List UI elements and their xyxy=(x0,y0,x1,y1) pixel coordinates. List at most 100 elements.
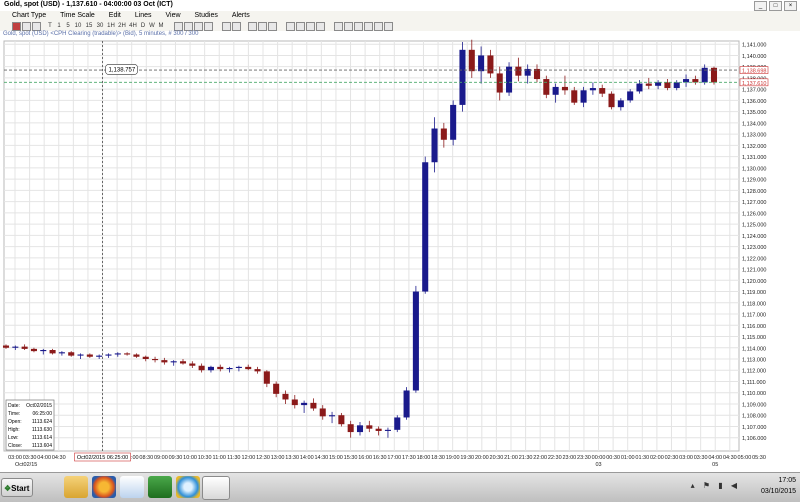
price-chart[interactable]: 1,141.0001,140.0001,139.0001,138.0001,13… xyxy=(0,31,800,472)
menu-chart-type[interactable]: Chart Type xyxy=(12,12,46,19)
x-tick-label: 21:30 xyxy=(519,455,533,461)
clock-date: 03/10/2015 xyxy=(760,488,796,495)
candle-body xyxy=(459,49,466,105)
candle-body xyxy=(96,355,103,357)
candle-chart-icon[interactable] xyxy=(12,22,21,31)
arrow-tool-icon[interactable] xyxy=(306,22,315,31)
menu-studies[interactable]: Studies xyxy=(195,12,218,19)
candle-body xyxy=(617,100,624,108)
pointer-icon[interactable] xyxy=(222,22,231,31)
system-tray-icons[interactable]: ▴ ⚑ ▮ ◀ xyxy=(691,481,740,490)
scale-5m-button[interactable]: 5 xyxy=(64,22,72,30)
save-icon[interactable] xyxy=(354,22,363,31)
x-tick-label: 08:30 xyxy=(139,455,153,461)
scale-15m-button[interactable]: 15 xyxy=(84,22,94,30)
menu-alerts[interactable]: Alerts xyxy=(232,12,250,19)
scale-month-button[interactable]: M xyxy=(157,22,165,30)
candle-body xyxy=(394,417,401,430)
print-icon[interactable] xyxy=(334,22,343,31)
line-chart-icon[interactable] xyxy=(32,22,41,31)
candle-body xyxy=(310,402,317,409)
menu-time-scale[interactable]: Time Scale xyxy=(60,12,95,19)
y-tick-label: 1,141.000 xyxy=(742,43,766,49)
scale-4h-button[interactable]: 4H xyxy=(128,22,138,30)
minimize-button[interactable]: _ xyxy=(754,1,767,11)
candle-body xyxy=(608,93,615,108)
candle-body xyxy=(431,128,438,163)
y-tick-label: 1,115.000 xyxy=(742,335,766,341)
scale-day-button[interactable]: D xyxy=(139,22,147,30)
x-tick-label: 12:00 xyxy=(242,455,256,461)
menu-view[interactable]: View xyxy=(166,12,181,19)
scale-tick-button[interactable]: T xyxy=(46,22,54,30)
y-tick-label: 1,133.000 xyxy=(742,133,766,139)
candle-body xyxy=(515,66,522,76)
zoom-in-icon[interactable] xyxy=(194,22,203,31)
start-button[interactable]: ❖Start xyxy=(1,478,33,497)
pan-icon[interactable] xyxy=(232,22,241,31)
crosshair-icon[interactable] xyxy=(184,22,193,31)
info-label: Time: xyxy=(8,411,20,417)
x-tick-label: 17:00 xyxy=(387,455,401,461)
copy-icon[interactable] xyxy=(344,22,353,31)
price-marker-label: 1,138.698 xyxy=(742,69,766,75)
candle-body xyxy=(124,353,131,355)
grid-icon[interactable] xyxy=(174,22,183,31)
excel-icon[interactable] xyxy=(148,476,172,498)
firefox-icon[interactable] xyxy=(92,476,116,498)
x-date-label: 05 xyxy=(712,462,718,468)
close-button[interactable]: × xyxy=(784,1,797,11)
zoom-out-icon[interactable] xyxy=(204,22,213,31)
scale-1h-button[interactable]: 1H xyxy=(106,22,116,30)
y-tick-label: 1,125.000 xyxy=(742,223,766,229)
y-tick-label: 1,119.000 xyxy=(742,290,766,296)
document-icon[interactable] xyxy=(120,476,144,498)
scale-week-button[interactable]: W xyxy=(148,22,156,30)
scale-2h-button[interactable]: 2H xyxy=(117,22,127,30)
hline-icon[interactable] xyxy=(268,22,277,31)
x-tick-label: 10:30 xyxy=(198,455,212,461)
candle-body xyxy=(207,366,214,371)
bar-chart-icon[interactable] xyxy=(22,22,31,31)
ie-icon[interactable] xyxy=(176,476,200,498)
scale-30m-button[interactable]: 30 xyxy=(95,22,105,30)
x-tick-label: 14:00 xyxy=(300,455,314,461)
chart-app-icon[interactable] xyxy=(202,476,230,500)
candle-body xyxy=(468,49,475,72)
refresh-icon[interactable] xyxy=(374,22,383,31)
maximize-button[interactable]: □ xyxy=(769,1,782,11)
channel-icon[interactable] xyxy=(296,22,305,31)
candle-body xyxy=(273,383,280,394)
x-tick-label: 02:00 xyxy=(650,455,664,461)
candle-body xyxy=(478,55,485,72)
fibonacci-icon[interactable] xyxy=(286,22,295,31)
candle-body xyxy=(217,366,224,370)
candle-body xyxy=(133,354,140,357)
candle-body xyxy=(552,86,559,95)
candle-body xyxy=(77,354,84,356)
x-tick-label: 17:30 xyxy=(402,455,416,461)
x-tick-label: 23:30 xyxy=(577,455,591,461)
scale-1m-button[interactable]: 1 xyxy=(55,22,63,30)
x-tick-label: 18:00 xyxy=(417,455,431,461)
chart-area[interactable]: Gold, spot (USD) <CPH Clearing (tradable… xyxy=(0,31,800,472)
candle-body xyxy=(68,352,75,356)
folder-icon[interactable] xyxy=(64,476,88,498)
clock-time: 17:05 xyxy=(778,477,796,484)
y-tick-label: 1,124.000 xyxy=(742,234,766,240)
properties-icon[interactable] xyxy=(364,22,373,31)
menu-edit[interactable]: Edit xyxy=(109,12,121,19)
x-tick-label: 03:30 xyxy=(23,455,37,461)
taskbar: ❖Start ▴ ⚑ ▮ ◀ 17:05 03/10/2015 xyxy=(0,472,800,502)
help-icon[interactable] xyxy=(384,22,393,31)
trendline-icon[interactable] xyxy=(248,22,257,31)
system-clock[interactable]: 17:05 03/10/2015 xyxy=(761,475,796,497)
scale-10m-button[interactable]: 10 xyxy=(73,22,83,30)
x-tick-label: 10:00 xyxy=(183,455,197,461)
ellipse-tool-icon[interactable] xyxy=(316,22,325,31)
x-tick-label: 12:30 xyxy=(256,455,270,461)
menu-lines[interactable]: Lines xyxy=(135,12,152,19)
candle-body xyxy=(263,371,270,384)
text-tool-icon[interactable] xyxy=(258,22,267,31)
x-tick-label: 21:00 xyxy=(504,455,518,461)
